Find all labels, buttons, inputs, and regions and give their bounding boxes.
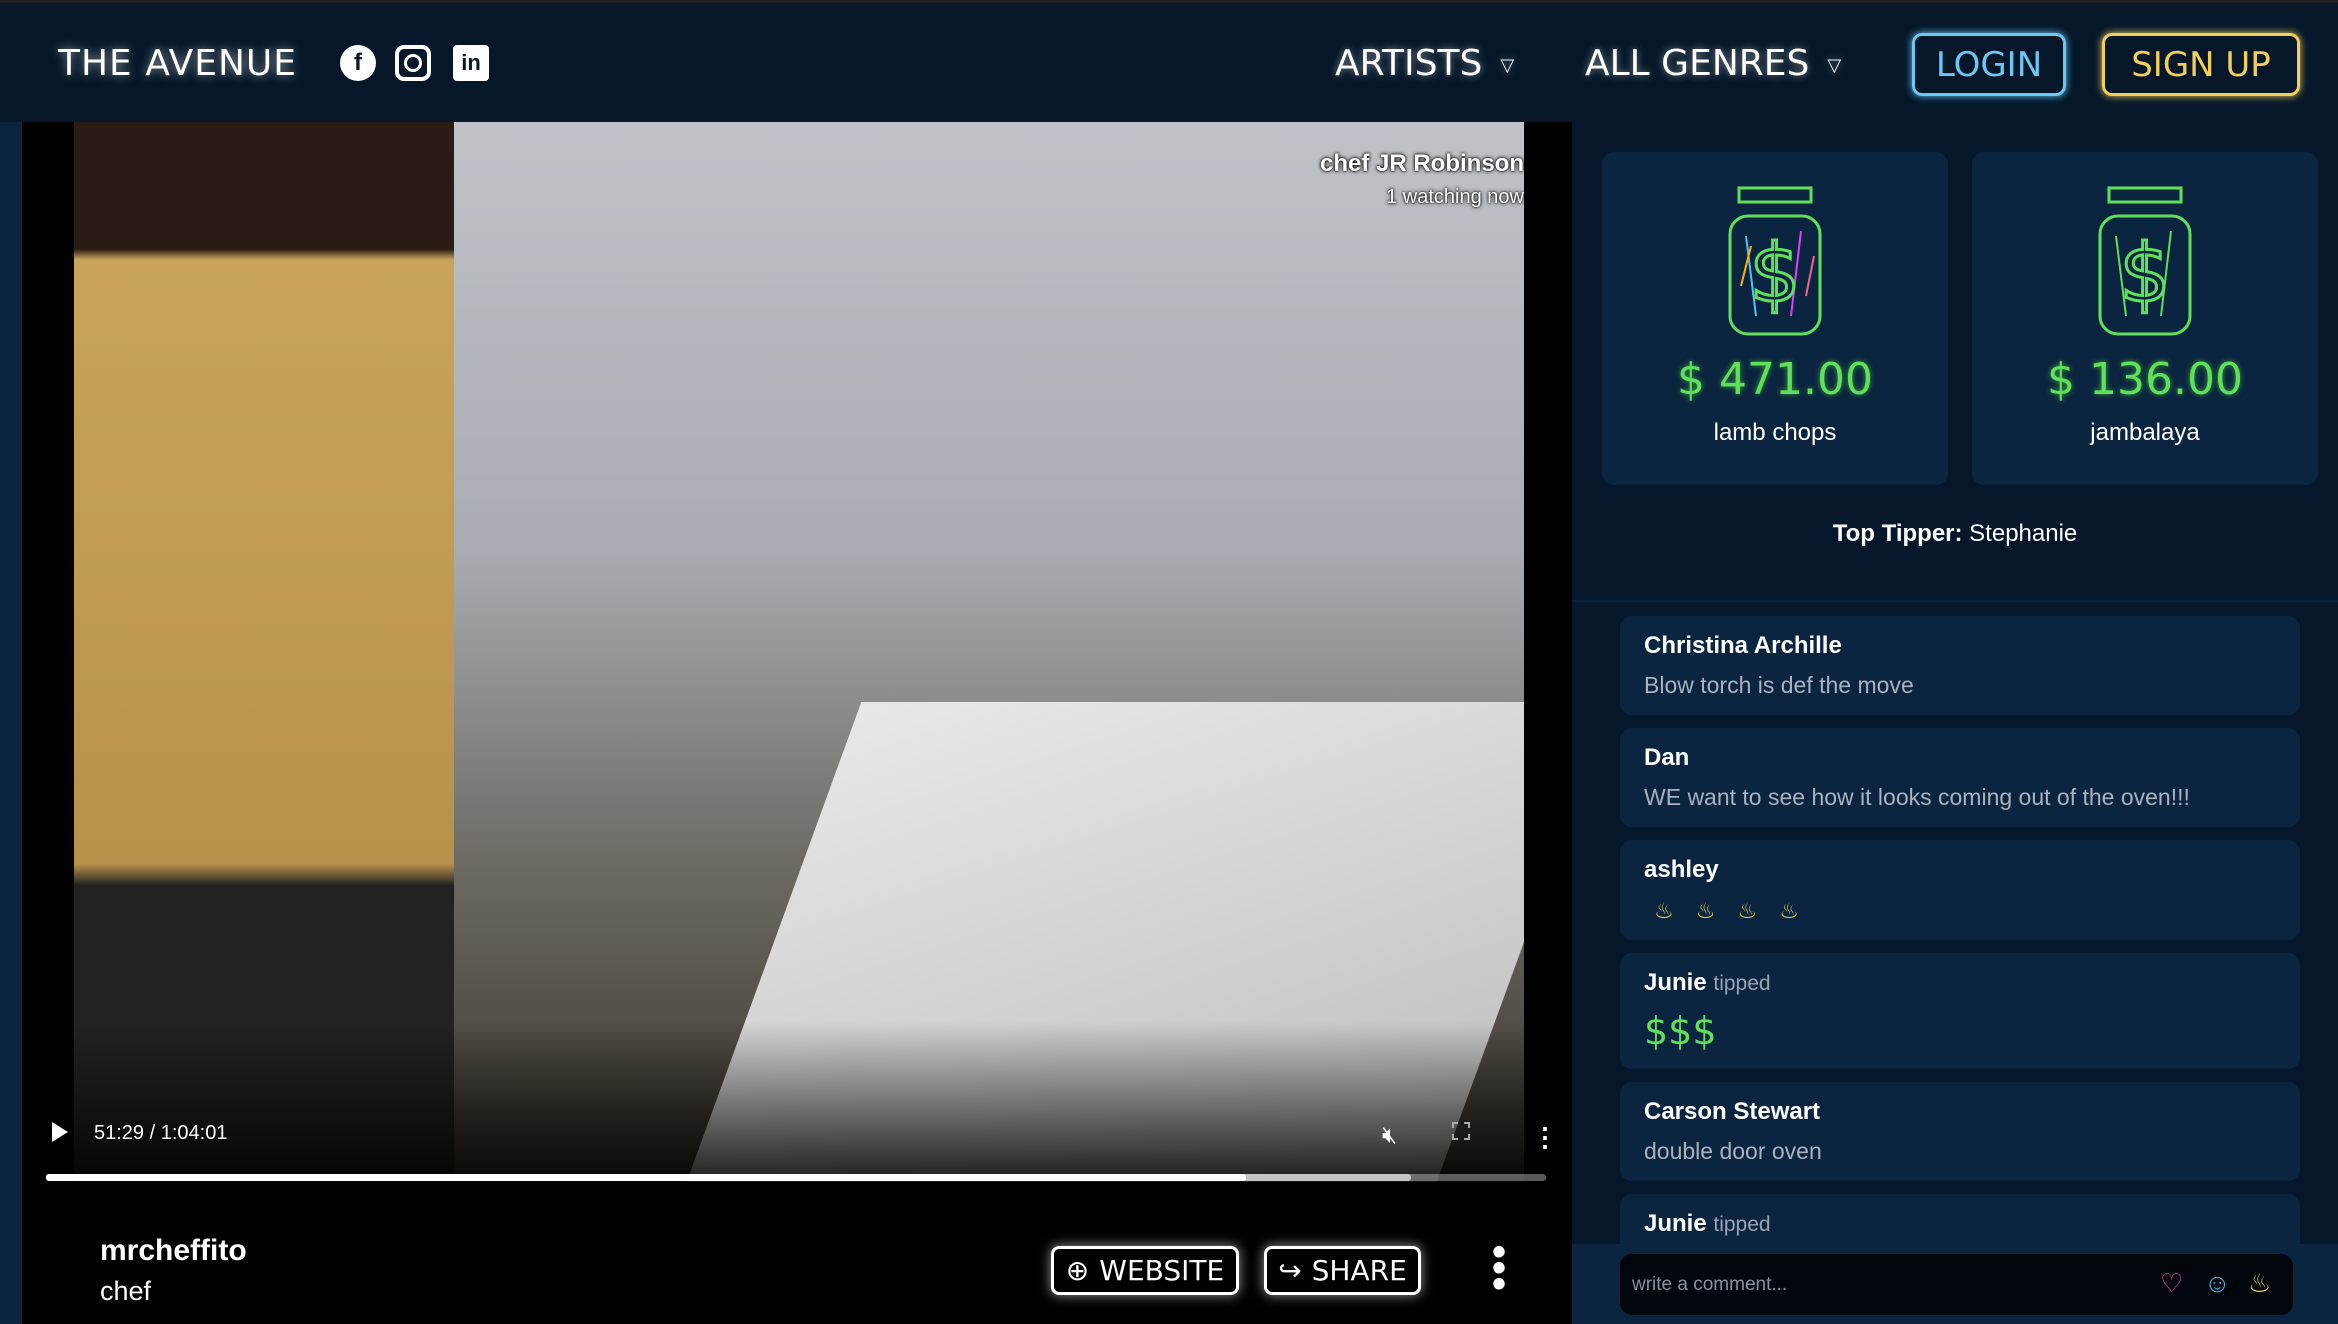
played-bar: [46, 1174, 1246, 1181]
divider: [1572, 600, 2338, 602]
tip-action: tipped: [1713, 972, 1771, 995]
top-tipper-label: Top Tipper:: [1832, 520, 1963, 547]
fire-icon: ♨: [1695, 898, 1716, 923]
tip-jar-card[interactable]: $ $ 471.00 lamb chops: [1602, 152, 1948, 485]
genres-dropdown[interactable]: ALL GENRES ▽: [1585, 43, 1841, 84]
comment: ashley ♨ ♨ ♨ ♨: [1620, 840, 2300, 940]
play-icon[interactable]: [52, 1122, 68, 1142]
facebook-icon[interactable]: f: [340, 45, 376, 81]
video-streamer-name: chef JR Robinson: [1319, 150, 1524, 177]
share-label: SHARE: [1311, 1254, 1407, 1287]
side-panel: $ $ 471.00 lamb chops $ $ 136.00 jambala…: [1572, 122, 2338, 1324]
top-tipper: Top Tipper: Stephanie: [1572, 520, 2338, 548]
comment-author: Christina Archille: [1644, 632, 1842, 659]
artists-label: ARTISTS: [1335, 43, 1483, 84]
comment: Christina Archille Blow torch is def the …: [1620, 616, 2300, 715]
chevron-down-icon: ▽: [1500, 54, 1515, 76]
comment: Dan WE want to see how it looks coming ou…: [1620, 728, 2300, 827]
fire-reactions: ♨ ♨ ♨ ♨: [1644, 898, 2276, 924]
streamer-info: mrcheffito chef: [100, 1234, 247, 1307]
comment-text: Blow torch is def the move: [1644, 672, 1914, 698]
video-more-icon[interactable]: ⋮: [1532, 1122, 1558, 1153]
comment-bar: ♡ ☺ ♨: [1572, 1244, 2338, 1324]
comment-input[interactable]: [1620, 1254, 2293, 1315]
comment-author: Junie: [1644, 1210, 1707, 1237]
linkedin-icon[interactable]: in: [453, 45, 489, 81]
fire-icon: ♨: [1737, 898, 1758, 923]
tip-comment: Junie tipped$$$: [1620, 1194, 2300, 1244]
tip-comment: Junie tipped $$$: [1620, 953, 2300, 1069]
tip-amount: $ 136.00: [2047, 354, 2243, 405]
website-button[interactable]: ⊕ WEBSITE: [1051, 1246, 1239, 1295]
globe-icon: ⊕: [1065, 1254, 1090, 1287]
login-button[interactable]: LOGIN: [1912, 33, 2066, 96]
top-nav: THE AVENUE f in ARTISTS ▽ ALL GENRES ▽ LOG…: [0, 0, 2338, 122]
tip-action: tipped: [1713, 1213, 1771, 1236]
comment-author: ashley: [1644, 856, 1719, 883]
streamer-username[interactable]: mrcheffito: [100, 1234, 247, 1268]
video-stage: chef JR Robinson 1 watching now 51:29 / …: [22, 122, 1572, 1324]
fire-icon: ♨: [1779, 898, 1799, 923]
instagram-icon[interactable]: [395, 45, 431, 81]
comment-author: Dan: [1644, 744, 1690, 771]
tip-jar-card[interactable]: $ $ 136.00 jambalaya: [1972, 152, 2318, 485]
tip-jar-icon: $: [1728, 186, 1822, 336]
left-edge: [0, 122, 22, 1324]
tip-amount: $ 471.00: [1677, 354, 1873, 405]
money-icon: $$$: [1644, 1009, 1717, 1053]
logo[interactable]: THE AVENUE: [58, 43, 297, 84]
comment-text: double door oven: [1644, 1138, 1822, 1164]
share-icon: ↪: [1278, 1254, 1302, 1287]
fire-icon: ♨: [1654, 898, 1674, 923]
fullscreen-icon[interactable]: [1452, 1122, 1470, 1140]
more-options-icon[interactable]: • • •: [1492, 1232, 1506, 1304]
tip-jar-label: jambalaya: [2090, 419, 2200, 446]
svg-text:$: $: [2120, 227, 2171, 320]
viewer-count: 1 watching now: [1386, 186, 1524, 208]
signup-button[interactable]: SIGN UP: [2102, 33, 2300, 96]
video-progress-bar[interactable]: [46, 1174, 1546, 1181]
tip-jar-icon: $: [2098, 186, 2192, 336]
tip-jar-label: lamb chops: [1713, 419, 1837, 446]
video-time: 51:29 / 1:04:01: [94, 1122, 228, 1144]
comment: Carson Stewart double door oven: [1620, 1082, 2300, 1181]
share-button[interactable]: ↪ SHARE: [1264, 1246, 1421, 1295]
comment-text: WE want to see how it looks coming out o…: [1644, 784, 2190, 810]
chevron-down-icon: ▽: [1827, 54, 1842, 76]
fire-icon[interactable]: ♨: [2248, 1268, 2271, 1299]
comment-author: Carson Stewart: [1644, 1098, 1821, 1125]
streamer-role: chef: [100, 1276, 152, 1306]
top-tipper-name: Stephanie: [1969, 520, 2078, 547]
muted-icon[interactable]: 🔇︎: [1382, 1122, 1397, 1150]
video-shade: [74, 1022, 1524, 1182]
comment-list[interactable]: Christina Archille Blow torch is def the …: [1620, 616, 2300, 1244]
comment-author: Junie: [1644, 969, 1707, 996]
video-player[interactable]: chef JR Robinson 1 watching now: [74, 122, 1524, 1182]
smiley-icon[interactable]: ☺: [2204, 1268, 2231, 1299]
svg-text:$: $: [1750, 227, 1801, 320]
genres-label: ALL GENRES: [1585, 43, 1810, 84]
video-overlay-title: chef JR Robinson 1 watching now: [1320, 150, 1524, 209]
website-label: WEBSITE: [1099, 1254, 1225, 1287]
artists-dropdown[interactable]: ARTISTS ▽: [1335, 43, 1514, 84]
heart-icon[interactable]: ♡: [2160, 1268, 2183, 1299]
